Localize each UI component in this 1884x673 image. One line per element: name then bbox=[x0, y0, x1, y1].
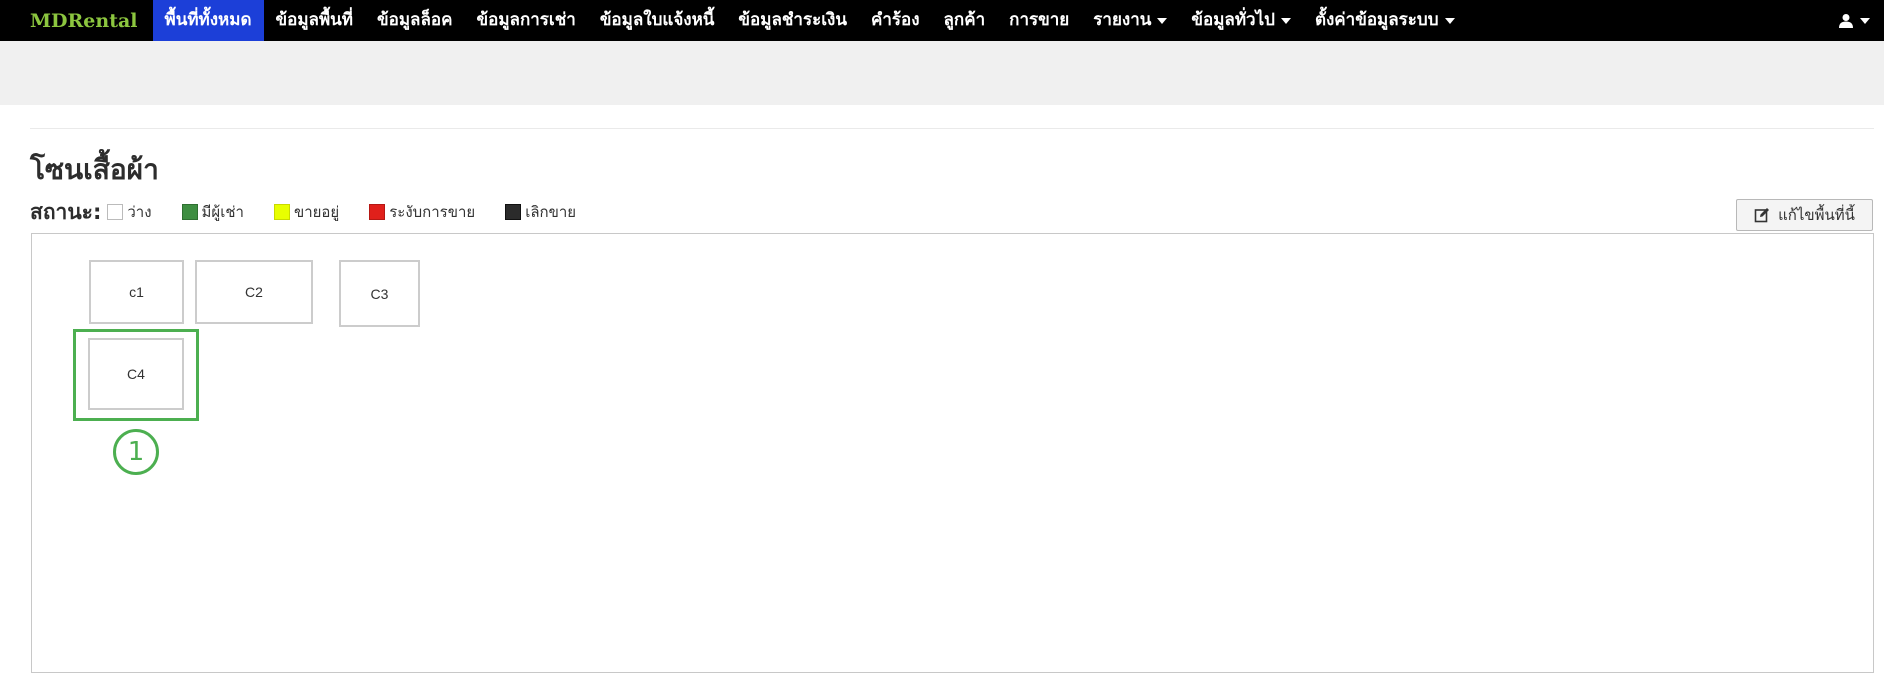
highlight-box bbox=[73, 329, 199, 421]
caret-down-icon bbox=[1157, 17, 1168, 24]
caret-down-icon bbox=[1444, 17, 1455, 24]
unit-c3[interactable]: C3 bbox=[339, 260, 420, 327]
legend-item-selling: ขายอยู่ bbox=[273, 200, 339, 224]
legend-item-vacant: ว่าง bbox=[107, 200, 152, 224]
nav-item-sales[interactable]: การขาย bbox=[997, 0, 1081, 41]
status-label: สถานะ: bbox=[30, 199, 102, 224]
nav-item-reports[interactable]: รายงาน bbox=[1081, 0, 1179, 41]
nav-item-customers[interactable]: ลูกค้า bbox=[932, 0, 998, 41]
legend-item-rented: มีผู้เช่า bbox=[181, 200, 244, 224]
nav-item-system-settings[interactable]: ตั้งค่าข้อมูลระบบ bbox=[1303, 0, 1467, 41]
nav-item-payment-info[interactable]: ข้อมูลชำระเงิน bbox=[726, 0, 859, 41]
user-menu[interactable] bbox=[1838, 0, 1870, 41]
edit-icon bbox=[1754, 208, 1770, 223]
nav-item-area-info[interactable]: ข้อมูลพื้นที่ bbox=[264, 0, 366, 41]
status-legend: สถานะ: ว่าง มีผู้เช่า ขายอยู่ ระงับการขา… bbox=[30, 198, 606, 226]
divider bbox=[30, 128, 1874, 129]
sub-header-bar bbox=[0, 41, 1884, 105]
nav-item-lock-info[interactable]: ข้อมูลล็อค bbox=[365, 0, 464, 41]
legend-item-discontinued: เลิกขาย bbox=[505, 200, 576, 224]
legend-swatch bbox=[181, 204, 198, 220]
nav-item-rental-info[interactable]: ข้อมูลการเช่า bbox=[464, 0, 587, 41]
unit-c1[interactable]: c1 bbox=[89, 260, 184, 324]
legend-swatch bbox=[369, 204, 386, 220]
zone-layout-canvas: c1 C2 C3 C4 bbox=[31, 233, 1874, 673]
nav-item-invoice-info[interactable]: ข้อมูลใบแจ้งหนี้ bbox=[588, 0, 727, 41]
legend-swatch bbox=[273, 204, 290, 220]
annotation-marker: 1 bbox=[113, 429, 159, 475]
edit-area-button[interactable]: แก้ไขพื้นที่นี้ bbox=[1736, 199, 1873, 231]
nav-item-requests[interactable]: คำร้อง bbox=[859, 0, 932, 41]
user-icon bbox=[1839, 13, 1853, 28]
nav-item-general-info[interactable]: ข้อมูลทั่วไป bbox=[1179, 0, 1303, 41]
unit-c2[interactable]: C2 bbox=[195, 260, 313, 324]
caret-down-icon bbox=[1280, 17, 1291, 24]
legend-item-suspended: ระงับการขาย bbox=[369, 200, 475, 224]
page-title: โซนเสื้อผ้า bbox=[30, 153, 159, 186]
legend-swatch bbox=[107, 204, 124, 220]
legend-swatch bbox=[505, 204, 522, 220]
nav-item-all-areas[interactable]: พื้นที่ทั้งหมด bbox=[152, 0, 264, 41]
brand-logo[interactable]: MDRental bbox=[30, 10, 138, 32]
caret-down-icon bbox=[1860, 17, 1870, 24]
top-navbar: MDRental พื้นที่ทั้งหมด ข้อมูลพื้นที่ ข้… bbox=[0, 0, 1884, 41]
